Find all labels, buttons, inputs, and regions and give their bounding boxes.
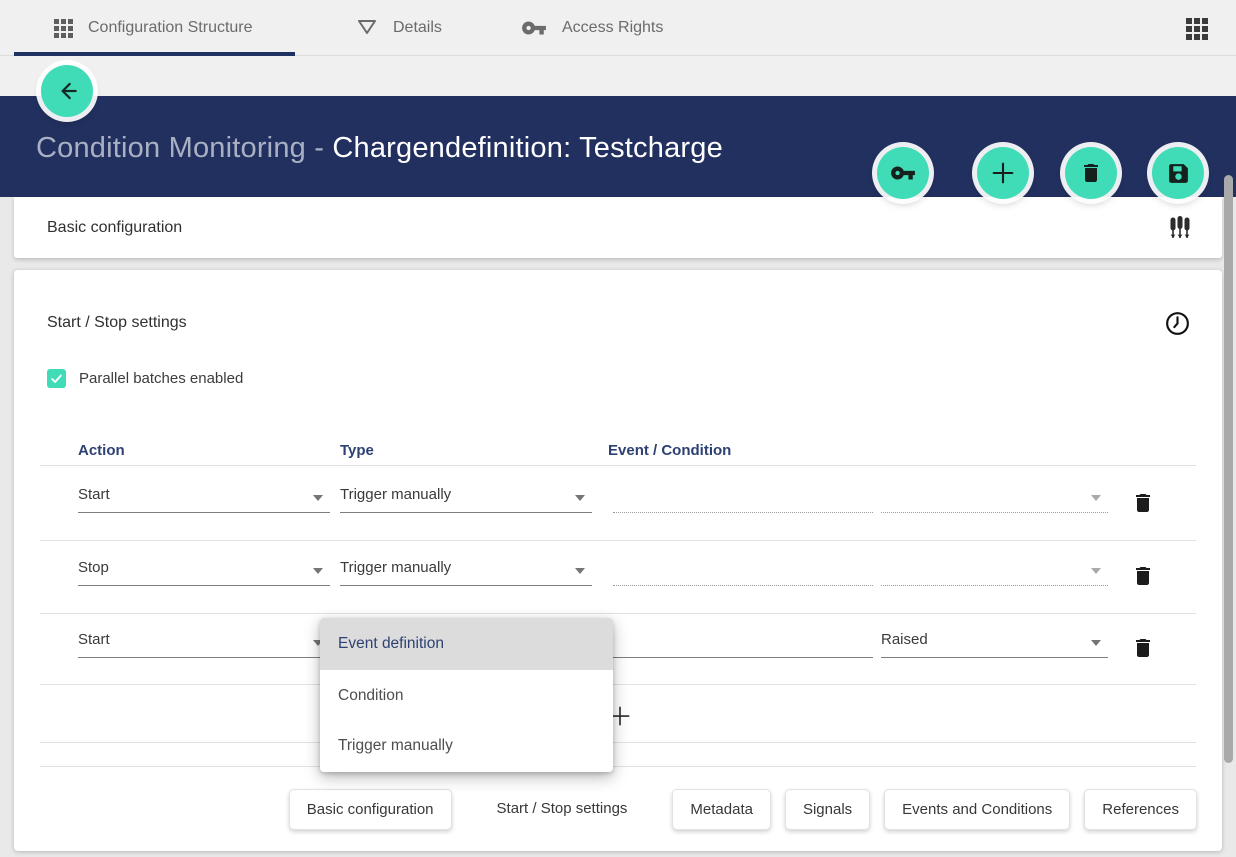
add-button[interactable] (977, 147, 1029, 199)
chevron-down-icon (575, 568, 585, 574)
event-condition-field (613, 479, 873, 513)
tab-metadata[interactable]: Metadata (672, 789, 771, 830)
menu-item-condition[interactable]: Condition (320, 670, 613, 722)
tab-references[interactable]: References (1084, 789, 1197, 830)
state-value: Raised (881, 631, 928, 648)
top-tab-bar: Configuration Structure Details Access R… (0, 0, 1236, 96)
tune-icon[interactable] (1168, 215, 1192, 241)
plus-icon (989, 159, 1017, 187)
type-value: Trigger manually (340, 559, 451, 576)
state-select (881, 479, 1108, 513)
column-header-action: Action (78, 442, 125, 459)
chevron-down-icon (575, 495, 585, 501)
condition-monitoring-app: Configuration Structure Details Access R… (0, 0, 1236, 857)
tab-label: Details (393, 19, 442, 37)
row-divider (40, 613, 1196, 614)
delete-row-button[interactable] (1131, 636, 1155, 660)
chevron-down-icon (1091, 640, 1101, 646)
key-icon (890, 160, 916, 186)
clock-icon[interactable] (1164, 310, 1191, 337)
row-divider (40, 684, 1196, 685)
menu-item-event-definition[interactable]: Event definition (320, 618, 613, 670)
table-bottom-divider (40, 766, 1196, 767)
tab-access-rights[interactable]: Access Rights (521, 0, 663, 56)
column-header-event-condition: Event / Condition (608, 442, 731, 459)
delete-row-button[interactable] (1131, 564, 1155, 588)
action-value: Stop (78, 559, 109, 576)
filter-icon (356, 17, 378, 39)
chevron-down-icon (1091, 495, 1101, 501)
tab-configuration-structure[interactable]: Configuration Structure (54, 0, 253, 56)
tab-label: Access Rights (562, 19, 663, 37)
arrow-left-icon (54, 78, 80, 104)
page-title-main: Chargendefinition: Testcharge (332, 132, 723, 164)
column-header-type: Type (340, 442, 374, 459)
tab-basic-configuration[interactable]: Basic configuration (289, 789, 452, 830)
action-value: Start (78, 486, 110, 503)
save-button[interactable] (1152, 147, 1204, 199)
tab-events-and-conditions[interactable]: Events and Conditions (884, 789, 1070, 830)
section-tab-bar: Basic configuration Start / Stop setting… (289, 789, 1197, 830)
type-select[interactable]: Trigger manually (340, 479, 592, 513)
action-select[interactable]: Start (78, 624, 330, 658)
page-title-prefix: Condition Monitoring - (36, 132, 332, 164)
page-header: Condition Monitoring - Chargendefinition… (0, 96, 1236, 197)
state-select[interactable]: Raised (881, 624, 1108, 658)
action-value: Start (78, 631, 110, 648)
access-key-button[interactable] (877, 147, 929, 199)
row-divider (40, 742, 1196, 743)
action-select[interactable]: Start (78, 479, 330, 513)
action-select[interactable]: Stop (78, 552, 330, 586)
chevron-down-icon (1091, 568, 1101, 574)
basic-configuration-title: Basic configuration (47, 219, 182, 237)
tab-signals[interactable]: Signals (785, 789, 870, 830)
chevron-down-icon (313, 568, 323, 574)
page-title: Condition Monitoring - Chargendefinition… (36, 132, 723, 165)
basic-configuration-card: Basic configuration (14, 197, 1222, 258)
start-stop-title: Start / Stop settings (47, 314, 187, 332)
parallel-batches-checkbox[interactable] (47, 369, 66, 388)
state-select (881, 552, 1108, 586)
tab-details[interactable]: Details (356, 0, 442, 56)
row-divider (40, 540, 1196, 541)
apps-grid-icon[interactable] (1186, 18, 1208, 40)
grid-icon (54, 19, 73, 38)
type-select[interactable]: Trigger manually (340, 552, 592, 586)
save-icon (1166, 161, 1191, 186)
type-dropdown-menu: Event definition Condition Trigger manua… (320, 618, 613, 772)
back-button[interactable] (41, 65, 93, 117)
key-icon (521, 15, 547, 41)
tab-start-stop-settings[interactable]: Start / Stop settings (480, 789, 645, 830)
parallel-batches-label: Parallel batches enabled (79, 370, 243, 387)
trash-icon (1079, 161, 1103, 185)
event-condition-field (613, 552, 873, 586)
tab-label: Configuration Structure (88, 19, 253, 37)
delete-row-button[interactable] (1131, 491, 1155, 515)
menu-item-trigger-manually[interactable]: Trigger manually (320, 722, 613, 772)
parallel-batches-row: Parallel batches enabled (47, 369, 243, 388)
table-header-divider (40, 465, 1196, 466)
type-value: Trigger manually (340, 486, 451, 503)
vertical-scrollbar[interactable] (1224, 175, 1233, 763)
active-tab-underline (14, 52, 295, 56)
delete-button[interactable] (1065, 147, 1117, 199)
event-condition-field[interactable] (613, 624, 873, 658)
chevron-down-icon (313, 495, 323, 501)
start-stop-card: Start / Stop settings Parallel batches e… (14, 270, 1222, 851)
